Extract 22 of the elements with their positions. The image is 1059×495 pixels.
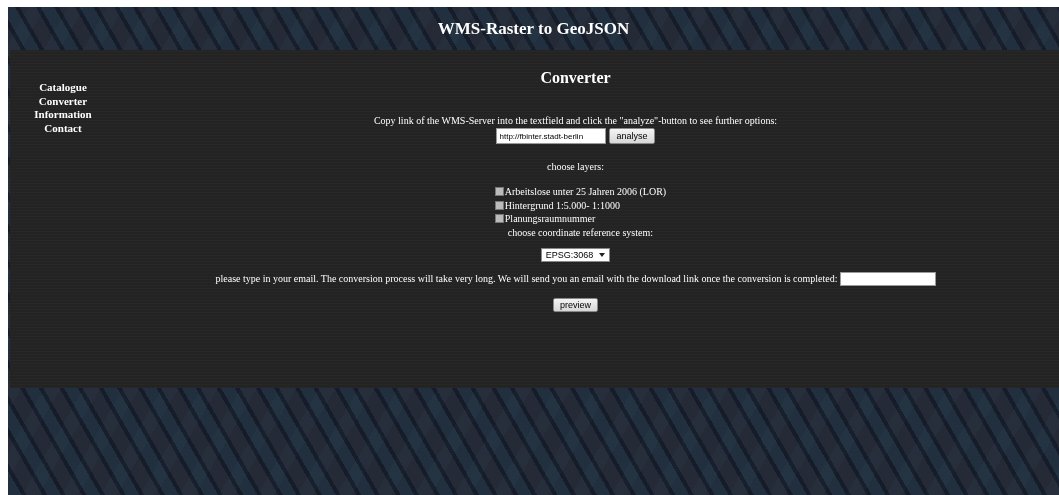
caret-icon — [599, 252, 606, 257]
crs-label: choose coordinate reference system: — [507, 225, 654, 239]
layers-label: choose layers: — [547, 161, 604, 172]
checkbox[interactable] — [494, 200, 504, 210]
nav-link[interactable]: Converter — [38, 94, 88, 108]
nav-link[interactable]: Catalogue — [39, 81, 87, 95]
page-title: WMS-Raster to GeoJSON — [437, 18, 630, 39]
url-field[interactable]: http://fbinter.stadt-berlin — [496, 128, 607, 144]
checkbox[interactable] — [494, 214, 504, 224]
layer-label: Hintergrund 1:5.000- 1:1000 — [504, 198, 620, 212]
crs-select[interactable]: EPSG:3068 — [540, 247, 611, 262]
analyse-button[interactable]: analyse — [609, 128, 655, 144]
nav-link[interactable]: Contact — [44, 121, 82, 135]
instruction-text: Copy link of the WMS-Server into the textfield and click the "analyze"-button to see further options: — [373, 115, 778, 126]
email-prompt: please type in your email. The conversion process will take very long. We will send you an email with the download link once the conversion is completed: — [215, 273, 838, 284]
email-field[interactable] — [839, 271, 936, 286]
section-heading: Converter — [540, 69, 611, 87]
nav-link[interactable]: Information — [34, 108, 92, 122]
layer-label: Planungsraumnummer — [504, 212, 596, 226]
layer-label: Arbeitslose unter 25 Jahren 2006 (LOR) — [504, 185, 667, 199]
checkbox[interactable] — [494, 187, 504, 197]
preview-button[interactable]: preview — [553, 297, 598, 312]
